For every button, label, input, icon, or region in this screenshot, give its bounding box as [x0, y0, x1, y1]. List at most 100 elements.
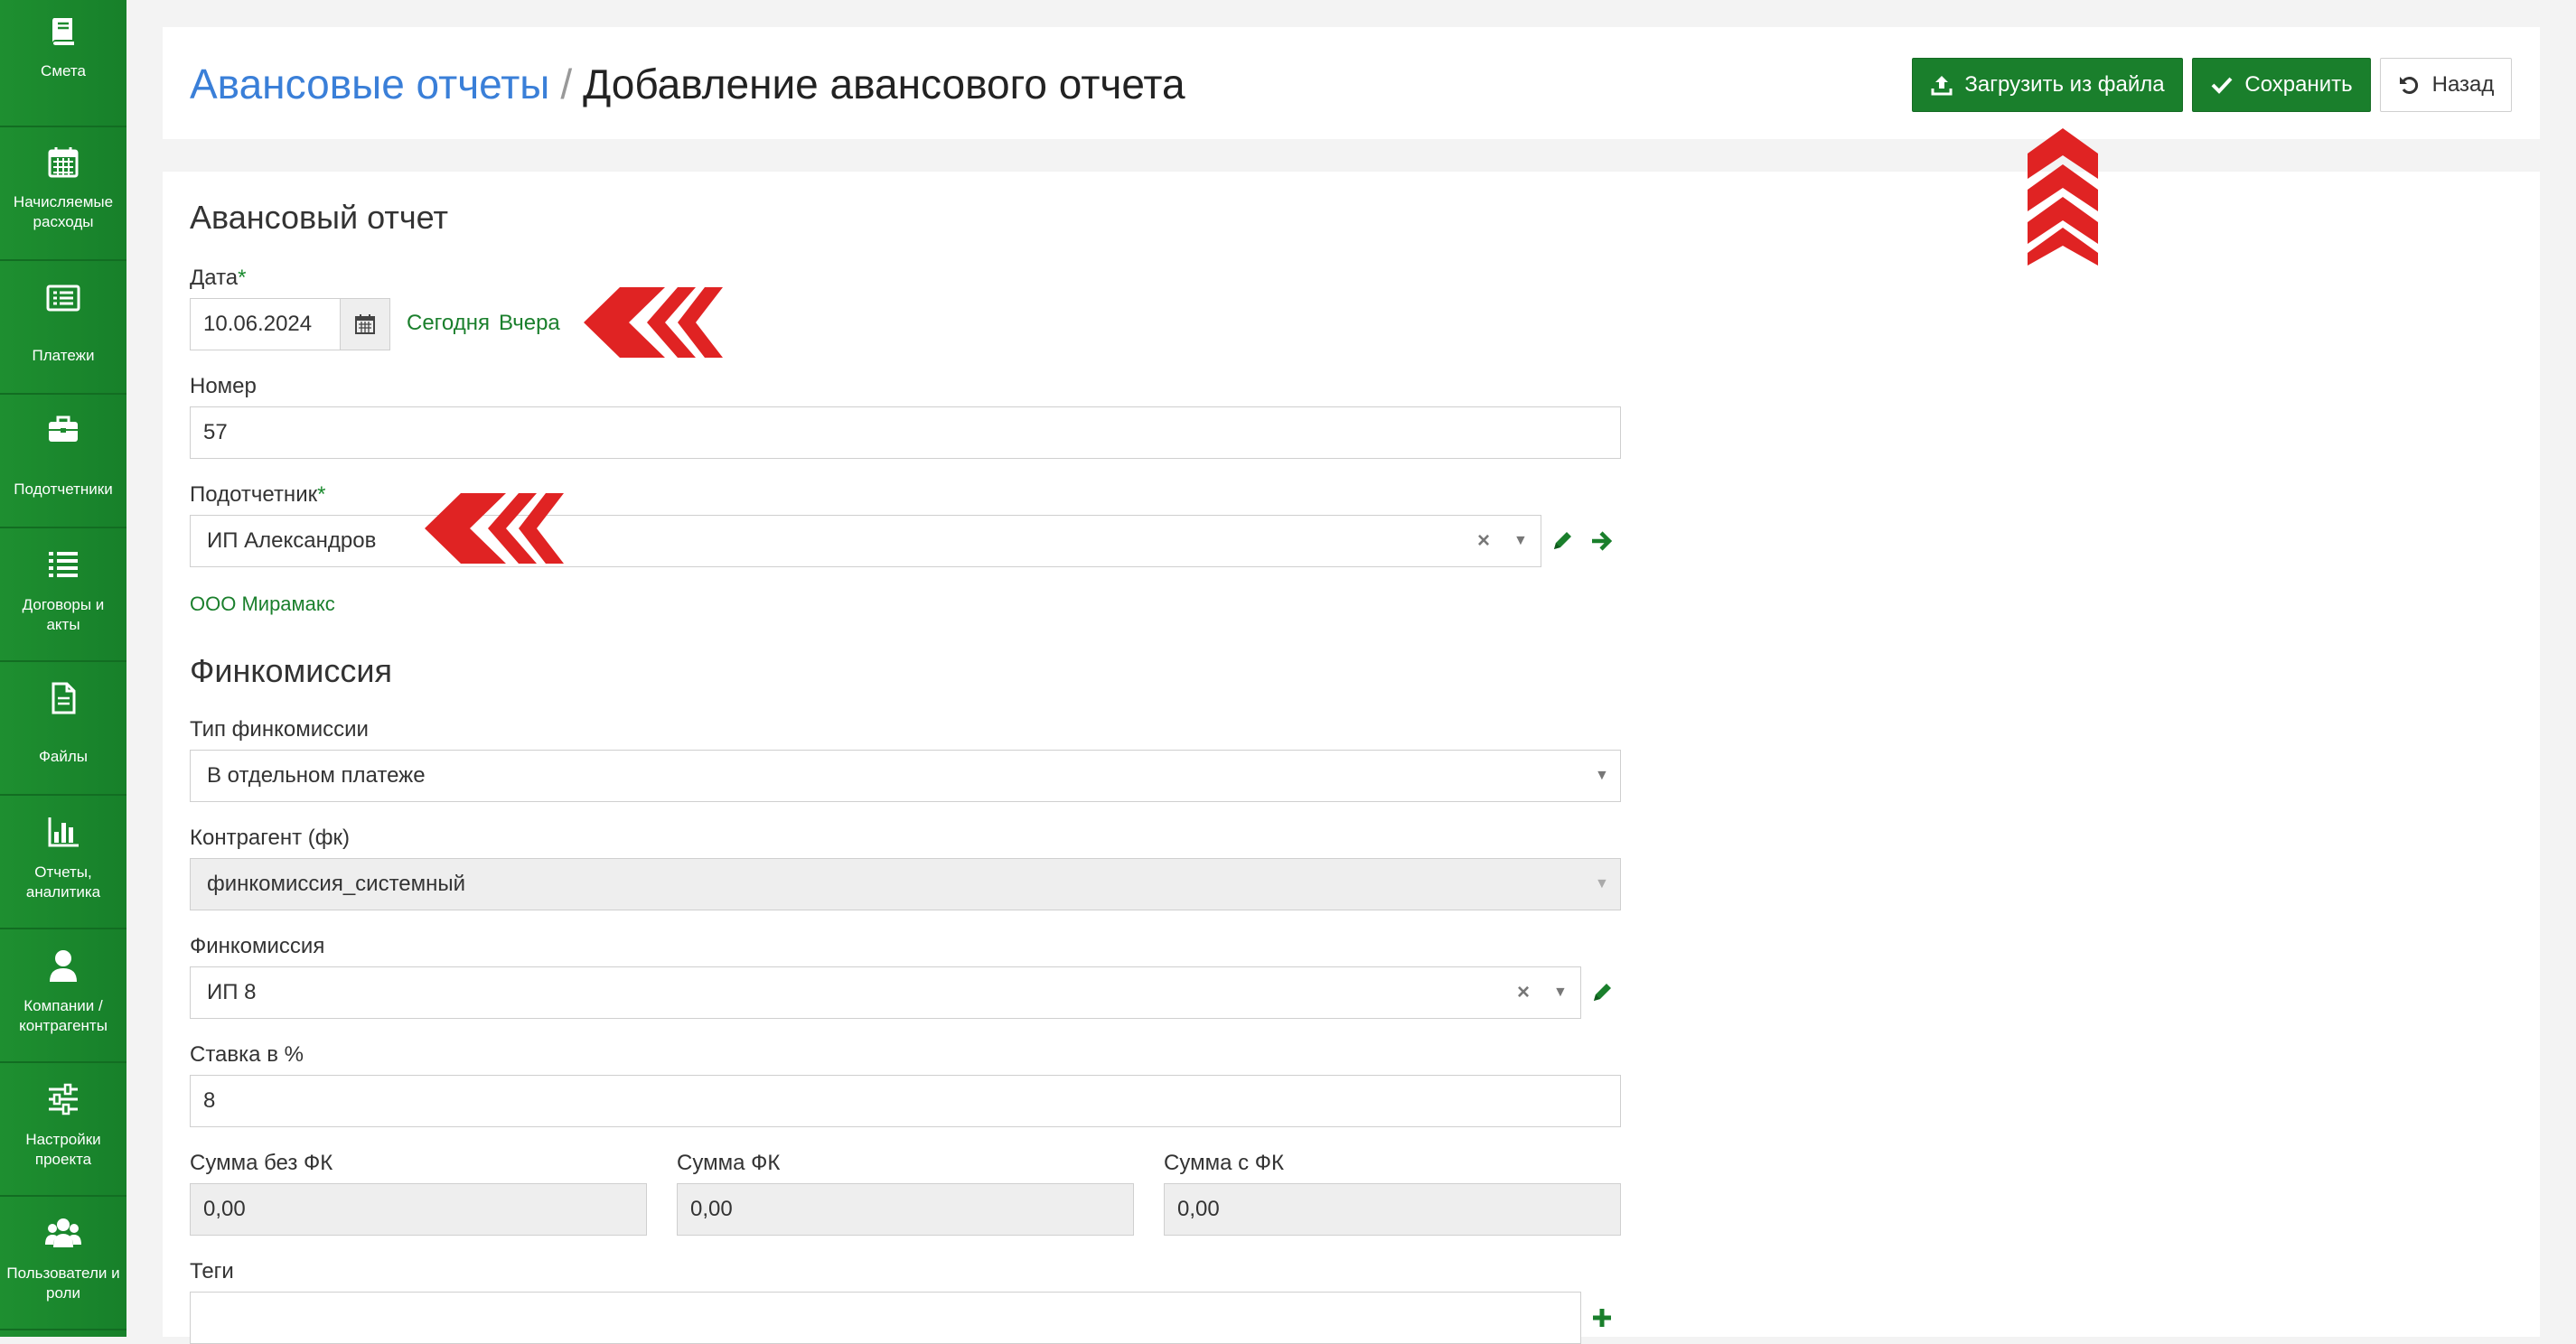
sum-without-fc-label: Сумма без ФК — [190, 1151, 333, 1175]
sum-without-fc-value: 0,00 — [203, 1197, 246, 1221]
add-tag-plus-icon[interactable] — [1588, 1304, 1616, 1331]
date-field[interactable]: 10.06.2024 — [190, 298, 358, 350]
rate-value: 8 — [203, 1088, 216, 1113]
sidebar-item-label: Подотчетники — [14, 481, 113, 498]
accountable-value: ИП Александров — [207, 528, 377, 553]
calendar-icon — [353, 313, 377, 336]
list-icon — [45, 546, 81, 583]
counterparty-label: Контрагент (фк) — [190, 826, 350, 850]
sidebar-item-users-roles[interactable]: Пользователи и роли — [0, 1197, 126, 1330]
sidebar-item-label: Пользователи и роли — [6, 1265, 120, 1302]
save-button-label: Сохранить — [2244, 72, 2353, 97]
fincommission-select[interactable]: ИП 8 × ▼ — [190, 966, 1581, 1019]
page-header: Авансовые отчеты / Добавление авансового о… — [163, 27, 2540, 139]
briefcase-icon — [45, 411, 81, 447]
counterparty-select[interactable]: финкомиссия_системный ▼ — [190, 858, 1621, 910]
save-button[interactable]: Сохранить — [2192, 58, 2371, 112]
back-button[interactable]: Назад — [2380, 58, 2512, 112]
edit-accountable-pencil-icon[interactable] — [1549, 527, 1576, 555]
date-value: 10.06.2024 — [203, 312, 313, 336]
date-label: Дата* — [190, 266, 247, 291]
page-title: Добавление авансового отчета — [583, 61, 1185, 107]
sidebar-item-contracts[interactable]: Договоры и акты — [0, 528, 126, 662]
calendar-icon — [45, 144, 81, 180]
user-icon — [45, 947, 81, 984]
sidebar-item-estimate[interactable]: Смета — [0, 0, 126, 127]
rate-field[interactable]: 8 — [190, 1075, 1621, 1127]
undo-icon — [2398, 73, 2421, 97]
chevron-down-icon[interactable]: ▼ — [1595, 751, 1609, 801]
required-mark: * — [317, 482, 326, 507]
sliders-icon — [45, 1081, 81, 1117]
sidebar-item-label: Платежи — [32, 347, 95, 364]
accountable-label: Подотчетник* — [190, 482, 325, 508]
sum-fc-field: 0,00 — [677, 1183, 1134, 1236]
sidebar-item-accountables[interactable]: Подотчетники — [0, 395, 126, 528]
company-miramax-link[interactable]: ООО Мирамакс — [190, 593, 335, 616]
tags-label: Теги — [190, 1259, 234, 1283]
sum-without-fc-field: 0,00 — [190, 1183, 647, 1236]
annotation-arrow-up-icon — [2028, 128, 2098, 266]
accountable-select[interactable]: ИП Александров × ▼ — [190, 515, 1541, 567]
users-icon — [45, 1215, 81, 1251]
sidebar-item-companies[interactable]: Компании / контрагенты — [0, 929, 126, 1063]
number-value: 57 — [203, 420, 228, 444]
clear-icon[interactable]: × — [1477, 516, 1490, 566]
fincommission-label: Финкомиссия — [190, 934, 325, 958]
sidebar-item-label: Компании / контрагенты — [19, 997, 108, 1034]
go-to-accountable-arrow-icon[interactable] — [1588, 527, 1616, 555]
sidebar-item-label: Отчеты, аналитика — [25, 863, 101, 901]
sidebar-item-label: Договоры и акты — [22, 596, 105, 633]
date-label-text: Дата — [190, 266, 239, 290]
edit-fincommission-pencil-icon[interactable] — [1588, 979, 1616, 1006]
upload-icon — [1930, 73, 1953, 97]
annotation-arrow-left-icon — [425, 493, 564, 564]
upload-button-label: Загрузить из файла — [1964, 72, 2165, 97]
check-icon — [2210, 73, 2234, 97]
calendar-button[interactable] — [340, 298, 390, 350]
clear-icon[interactable]: × — [1517, 967, 1530, 1018]
sum-fc-value: 0,00 — [690, 1197, 733, 1221]
sidebar-item-reports[interactable]: Отчеты, аналитика — [0, 796, 126, 929]
sum-with-fc-field: 0,00 — [1164, 1183, 1621, 1236]
breadcrumb-separator: / — [560, 61, 573, 107]
fincommission-value: ИП 8 — [207, 980, 257, 1004]
file-icon — [45, 680, 81, 716]
sidebar-item-label: Смета — [41, 62, 86, 79]
accountable-label-text: Подотчетник — [190, 482, 318, 507]
fc-type-select[interactable]: В отдельном платеже ▼ — [190, 750, 1621, 802]
number-field[interactable]: 57 — [190, 406, 1621, 459]
fc-type-value: В отдельном платеже — [207, 763, 426, 788]
fc-type-label: Тип финкомиссии — [190, 717, 369, 742]
yesterday-link[interactable]: Вчера — [499, 311, 560, 336]
tags-field[interactable] — [190, 1292, 1581, 1344]
sum-fc-label: Сумма ФК — [677, 1151, 781, 1175]
chevron-down-icon[interactable]: ▼ — [1513, 516, 1528, 566]
sum-with-fc-value: 0,00 — [1177, 1197, 1220, 1221]
chevron-down-icon[interactable]: ▼ — [1595, 859, 1609, 910]
back-button-label: Назад — [2431, 72, 2495, 97]
sidebar-item-label: Файлы — [38, 748, 88, 765]
counterparty-value: финкомиссия_системный — [207, 872, 466, 896]
section-title-advance-report: Авансовый отчет — [190, 199, 448, 236]
upload-from-file-button[interactable]: Загрузить из файла — [1912, 58, 2183, 112]
sidebar-item-label: Начисляемые расходы — [13, 193, 114, 230]
advance-report-form: Авансовый отчет Дата* 10.06.2024 Сегодня… — [163, 172, 2540, 1344]
today-link[interactable]: Сегодня — [407, 311, 490, 336]
required-mark: * — [238, 266, 247, 290]
sidebar: Смета Начисляемые расходы Платежи Подотч… — [0, 0, 126, 1337]
section-title-fincommission: Финкомиссия — [190, 652, 392, 689]
book-icon — [45, 13, 81, 49]
annotation-arrow-left-icon — [584, 287, 723, 358]
rate-label: Ставка в % — [190, 1042, 304, 1067]
sidebar-item-payments[interactable]: Платежи — [0, 261, 126, 395]
sidebar-item-files[interactable]: Файлы — [0, 662, 126, 796]
sum-with-fc-label: Сумма с ФК — [1164, 1151, 1284, 1175]
sidebar-item-label: Настройки проекта — [25, 1131, 101, 1168]
payments-list-icon — [45, 279, 81, 315]
chevron-down-icon[interactable]: ▼ — [1553, 967, 1568, 1018]
sidebar-item-accrued-expenses[interactable]: Начисляемые расходы — [0, 127, 126, 261]
breadcrumb-advance-reports-link[interactable]: Авансовые отчеты — [190, 61, 549, 107]
sidebar-item-project-settings[interactable]: Настройки проекта — [0, 1063, 126, 1197]
breadcrumb: Авансовые отчеты / Добавление авансового о… — [190, 60, 1185, 108]
